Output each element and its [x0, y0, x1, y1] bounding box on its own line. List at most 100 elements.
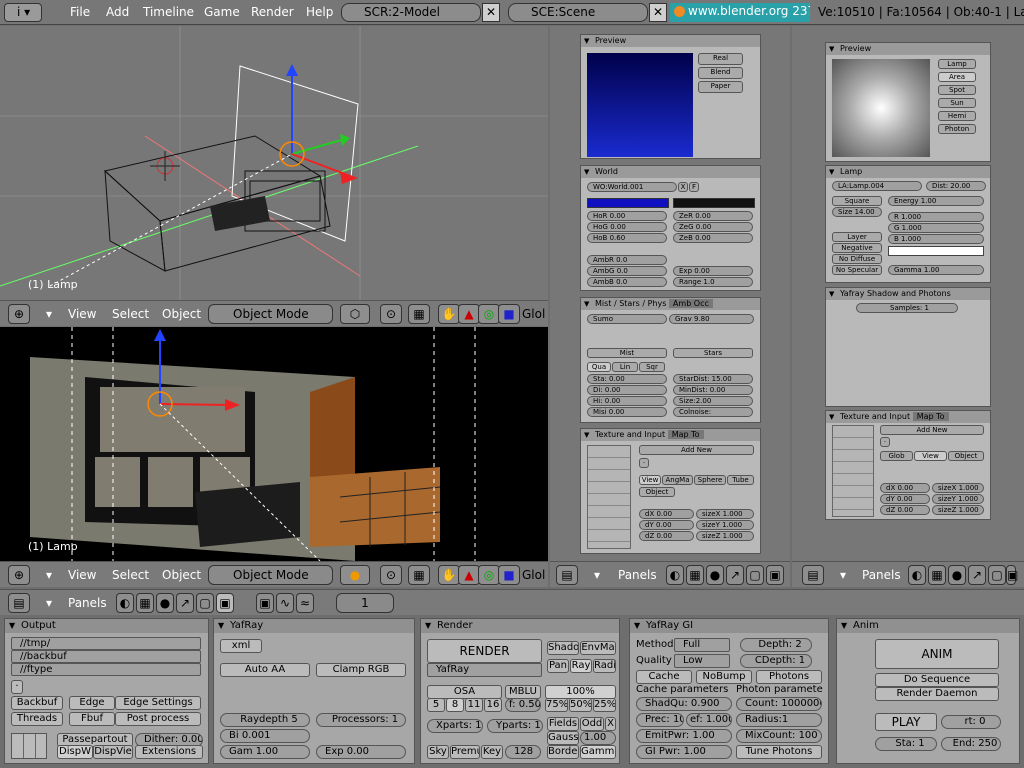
depth-field[interactable]: Depth: 2: [740, 638, 812, 652]
edge-button[interactable]: Edge: [69, 696, 115, 710]
glob-dropdown[interactable]: Glol: [522, 568, 545, 582]
pivot-icon[interactable]: ⊙: [380, 304, 402, 324]
key-button[interactable]: Key: [481, 745, 503, 759]
lamp-type-area[interactable]: Area: [938, 72, 976, 82]
output-path-field[interactable]: //tmp/: [11, 637, 201, 650]
processors-field[interactable]: Processors: 1: [316, 713, 406, 727]
menu-timeline[interactable]: Timeline: [143, 5, 194, 19]
collapse-icon[interactable]: ▾: [840, 568, 846, 582]
texture-channel-list[interactable]: [587, 445, 631, 549]
lamp-type-spot[interactable]: Spot: [938, 85, 976, 95]
mist-toggle[interactable]: Mist: [587, 348, 667, 358]
lamp-dx-field[interactable]: dX 0.00: [880, 483, 930, 493]
raydepth-field[interactable]: Raydepth 5: [220, 713, 310, 727]
ambient-b[interactable]: AmbB 0.0: [587, 277, 667, 287]
editing-icon[interactable]: ▢: [196, 593, 214, 613]
panels-menu[interactable]: Panels: [618, 568, 657, 582]
map-view-button[interactable]: View: [639, 475, 661, 485]
menu-game[interactable]: Game: [204, 5, 240, 19]
world-delete-button[interactable]: X: [678, 182, 688, 192]
object-icon[interactable]: ↗: [726, 565, 744, 585]
screen-selector[interactable]: SCR:2-Model: [341, 3, 481, 22]
premul-button[interactable]: Premu: [450, 745, 480, 759]
blender-url-link[interactable]: www.blender.org 237: [670, 3, 810, 22]
viewport-top[interactable]: (1) Lamp: [0, 26, 548, 300]
lamp-nodiffuse-button[interactable]: No Diffuse: [832, 254, 882, 264]
colnoise-field[interactable]: Colnoise:: [673, 407, 753, 417]
world-sizey-field[interactable]: sizeY 1.000: [696, 520, 754, 530]
script-icon[interactable]: ▦: [928, 565, 946, 585]
size-100-button[interactable]: 100%: [545, 685, 616, 699]
gamma-button[interactable]: Gamma: [580, 745, 616, 759]
radiosity-button[interactable]: Radi: [593, 659, 616, 673]
logic-icon[interactable]: ◐: [908, 565, 926, 585]
texture-tab[interactable]: Texture and Input Map To: [581, 429, 760, 441]
shadow-button[interactable]: Shado: [547, 641, 579, 655]
select-menu[interactable]: Select: [112, 307, 149, 321]
render-icon[interactable]: ▣: [256, 593, 274, 613]
shadow-quality-field[interactable]: ShadQu: 0.900: [636, 697, 732, 711]
dispw-button[interactable]: DispW: [57, 745, 93, 759]
lamp-type-lamp[interactable]: Lamp: [938, 59, 976, 69]
script-icon[interactable]: ▦: [136, 593, 154, 613]
zenith-b[interactable]: ZeB 0.00: [673, 233, 753, 243]
menu-file[interactable]: File: [70, 5, 90, 19]
output-small-button[interactable]: ·: [11, 680, 23, 694]
world-sizex-field[interactable]: sizeX 1.000: [696, 509, 754, 519]
world-dy-field[interactable]: dY 0.00: [639, 520, 694, 530]
post-process-button[interactable]: Post process: [115, 712, 201, 726]
scale-icon[interactable]: ■: [498, 565, 520, 585]
world-sizez-field[interactable]: sizeZ 1.000: [696, 531, 754, 541]
world-fake-button[interactable]: F: [689, 182, 699, 192]
play-button[interactable]: PLAY: [875, 713, 937, 731]
lamp-negative-button[interactable]: Negative: [832, 243, 882, 253]
size-75-button[interactable]: 75%: [545, 698, 568, 712]
sound-icon[interactable]: ≈: [296, 593, 314, 613]
horizon-r[interactable]: HoR 0.00: [587, 211, 667, 221]
lamp-size-field[interactable]: Size 14.00: [832, 207, 882, 217]
lamp-texture-channel-list[interactable]: [832, 425, 874, 517]
screen-delete-button[interactable]: ✕: [482, 3, 500, 22]
render-daemon-button[interactable]: Render Daemon: [875, 687, 999, 701]
edge-settings-button[interactable]: Edge Settings: [115, 696, 201, 710]
ef-field[interactable]: ef: 1.000: [686, 713, 732, 727]
editing-icon[interactable]: ▢: [988, 565, 1006, 585]
fields-button[interactable]: Fields: [547, 717, 579, 731]
yparts-field[interactable]: Yparts: 1: [487, 719, 543, 733]
render-button[interactable]: RENDER: [427, 639, 542, 663]
photon-count-field[interactable]: Count: 1000000: [736, 697, 822, 711]
lamp-sizez-field[interactable]: sizeZ 1.000: [932, 505, 984, 515]
lamp-sizex-field[interactable]: sizeX 1.000: [932, 483, 984, 493]
backbuf-path-field[interactable]: //backbuf: [11, 650, 201, 663]
border-button[interactable]: Border: [547, 745, 579, 759]
mist-start-field[interactable]: Sta: 0.00: [587, 374, 667, 384]
lamp-color-swatch[interactable]: [888, 246, 984, 256]
scale-icon[interactable]: ■: [498, 304, 520, 324]
star-dist-field[interactable]: StarDist: 15.00: [673, 374, 753, 384]
map-angmap-button[interactable]: AngMa: [662, 475, 693, 485]
backbuf-button[interactable]: Backbuf: [11, 696, 63, 710]
lamp-map-object[interactable]: Object: [948, 451, 984, 461]
scene-delete-button[interactable]: ✕: [649, 3, 667, 22]
envmap-button[interactable]: EnvMa: [580, 641, 616, 655]
osa-16-button[interactable]: 16: [484, 698, 502, 712]
mist-dist-field[interactable]: Di: 0.00: [587, 385, 667, 395]
odd-button[interactable]: Odd: [580, 717, 604, 731]
gi-power-field[interactable]: GI Pwr: 1.00: [636, 745, 732, 759]
gauss-button[interactable]: Gauss: [547, 731, 579, 745]
zenith-color-swatch[interactable]: [673, 198, 755, 208]
logic-icon[interactable]: ◐: [116, 593, 134, 613]
mist-qua-button[interactable]: Qua: [587, 362, 611, 372]
lamp-type-photon[interactable]: Photon: [938, 124, 976, 134]
menu-help[interactable]: Help: [306, 5, 333, 19]
rt-field[interactable]: rt: 0: [941, 715, 1001, 729]
mist-lin-button[interactable]: Lin: [612, 362, 638, 372]
view-menu[interactable]: View: [68, 307, 96, 321]
lamp-sizey-field[interactable]: sizeY 1.000: [932, 494, 984, 504]
mblur-factor-field[interactable]: f: 0.50: [505, 698, 541, 712]
rotate-icon[interactable]: ◎: [478, 565, 500, 585]
preview-real-button[interactable]: Real: [698, 53, 743, 65]
bits-field[interactable]: 128: [505, 745, 541, 759]
lamp-r-field[interactable]: R 1.000: [888, 212, 984, 222]
prec-field[interactable]: Prec: 10: [636, 713, 684, 727]
